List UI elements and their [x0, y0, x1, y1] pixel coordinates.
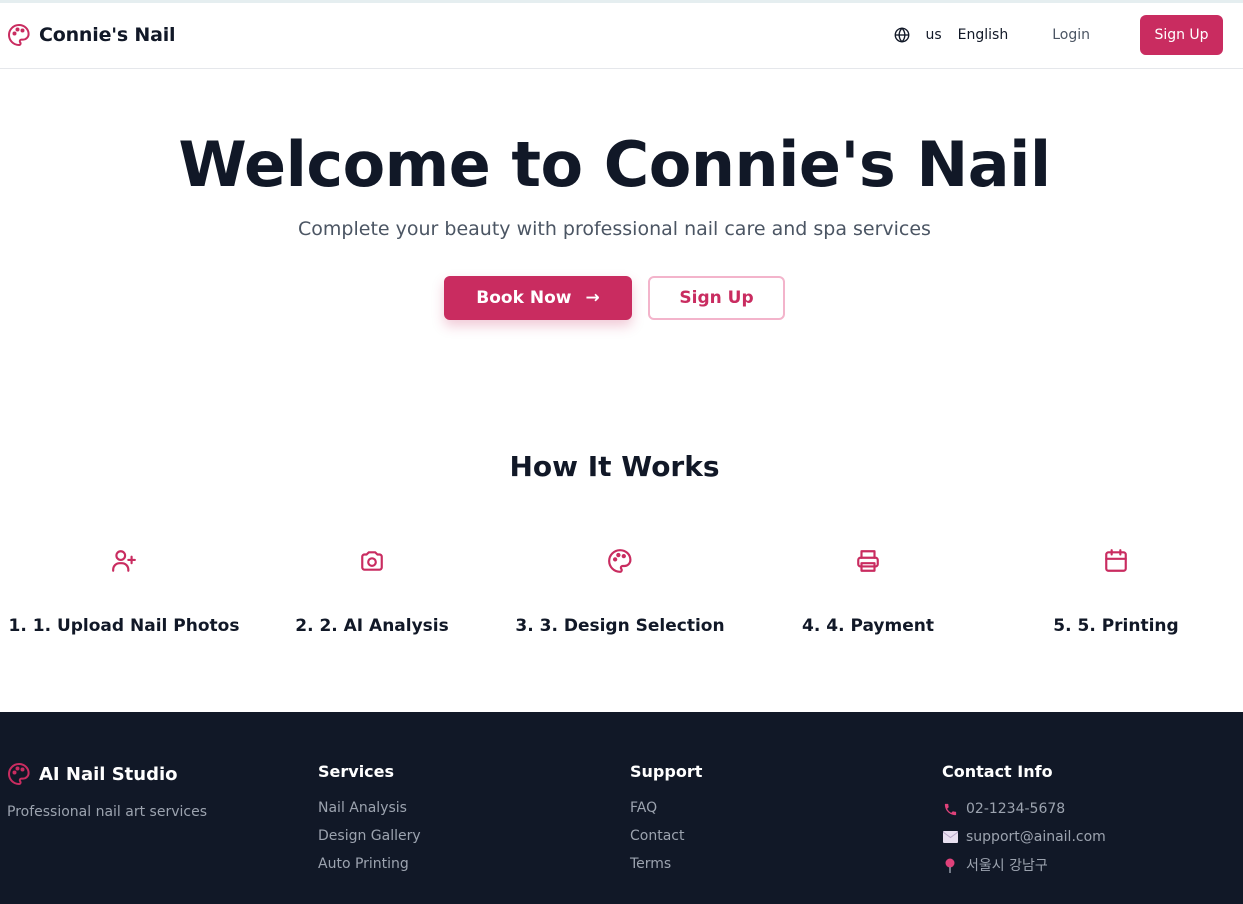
brand-name: Connie's Nail [39, 24, 176, 46]
step-label: 4. 4. Payment [802, 616, 934, 636]
how-it-works-title: How It Works [509, 450, 720, 483]
step-item: 4. 4. Payment [744, 548, 992, 636]
step-label: 1. 1. Upload Nail Photos [8, 616, 240, 636]
footer-tagline: Professional nail art services [7, 804, 207, 820]
footer-contact-title: Contact Info [942, 762, 1053, 781]
step-item: 5. 5. Printing [992, 548, 1240, 636]
book-now-button[interactable]: Book Now → [444, 276, 632, 320]
footer-brand-name: AI Nail Studio [39, 763, 178, 785]
footer-support-title: Support [630, 762, 703, 781]
step-item: 1. 1. Upload Nail Photos [0, 548, 248, 636]
hero-signup-button[interactable]: Sign Up [648, 276, 785, 320]
header-nav: us English Login Sign Up [893, 15, 1223, 55]
printer-icon [857, 550, 879, 572]
envelope-icon [942, 829, 958, 845]
arrow-right-icon: → [585, 288, 600, 308]
palette-icon [608, 549, 632, 573]
site-footer: AI Nail Studio Professional nail art ser… [0, 712, 1243, 904]
steps-list: 1. 1. Upload Nail Photos 2. 2. AI Analys… [0, 548, 1243, 636]
contact-phone-text: 02-1234-5678 [966, 801, 1066, 817]
footer-link-auto-printing[interactable]: Auto Printing [318, 857, 421, 871]
hero-actions: Book Now → Sign Up [444, 276, 785, 320]
step-item: 2. 2. AI Analysis [248, 548, 496, 636]
contact-address-text: 서울시 강남구 [966, 858, 1048, 874]
book-now-label: Book Now [476, 288, 572, 308]
palette-icon [8, 24, 30, 46]
user-plus-icon [112, 550, 136, 572]
hero-title: Welcome to Connie's Nail [178, 128, 1051, 201]
contact-phone: 02-1234-5678 [942, 801, 1106, 817]
step-label: 5. 5. Printing [1053, 616, 1179, 636]
hero-subtitle: Complete your beauty with professional n… [298, 218, 931, 240]
footer-link-nail-analysis[interactable]: Nail Analysis [318, 801, 421, 815]
footer-link-terms[interactable]: Terms [630, 857, 702, 871]
login-link[interactable]: Login [1052, 27, 1090, 43]
footer-support-column: Support FAQ Contact Terms [630, 762, 702, 885]
pin-icon [942, 857, 958, 873]
footer-link-contact[interactable]: Contact [630, 829, 702, 843]
step-label: 3. 3. Design Selection [515, 616, 725, 636]
contact-email: support@ainail.com [942, 829, 1106, 845]
footer-contact-column: Contact Info 02-1234-5678 support@ainail… [942, 762, 1106, 885]
brand-link[interactable]: Connie's Nail [7, 23, 176, 47]
calendar-icon [1105, 549, 1127, 572]
footer-brand: AI Nail Studio [7, 762, 207, 786]
language-label: English [957, 27, 1009, 43]
phone-icon [942, 801, 958, 817]
footer-services-title: Services [318, 762, 395, 781]
language-code: us [925, 27, 942, 43]
footer-link-design-gallery[interactable]: Design Gallery [318, 829, 421, 843]
step-label: 2. 2. AI Analysis [295, 616, 449, 636]
language-selector[interactable]: us English [893, 26, 1008, 44]
palette-icon [8, 763, 30, 785]
contact-address: 서울시 강남구 [942, 857, 1106, 874]
site-header: Connie's Nail us English Login Sign Up [0, 3, 1243, 69]
footer-brand-column: AI Nail Studio Professional nail art ser… [7, 762, 207, 820]
footer-services-column: Services Nail Analysis Design Gallery Au… [318, 762, 421, 885]
camera-icon [361, 551, 383, 571]
footer-link-faq[interactable]: FAQ [630, 801, 702, 815]
step-item: 3. 3. Design Selection [496, 548, 744, 636]
globe-icon [895, 27, 910, 43]
contact-email-text: support@ainail.com [966, 829, 1106, 845]
header-signup-button[interactable]: Sign Up [1140, 15, 1223, 55]
